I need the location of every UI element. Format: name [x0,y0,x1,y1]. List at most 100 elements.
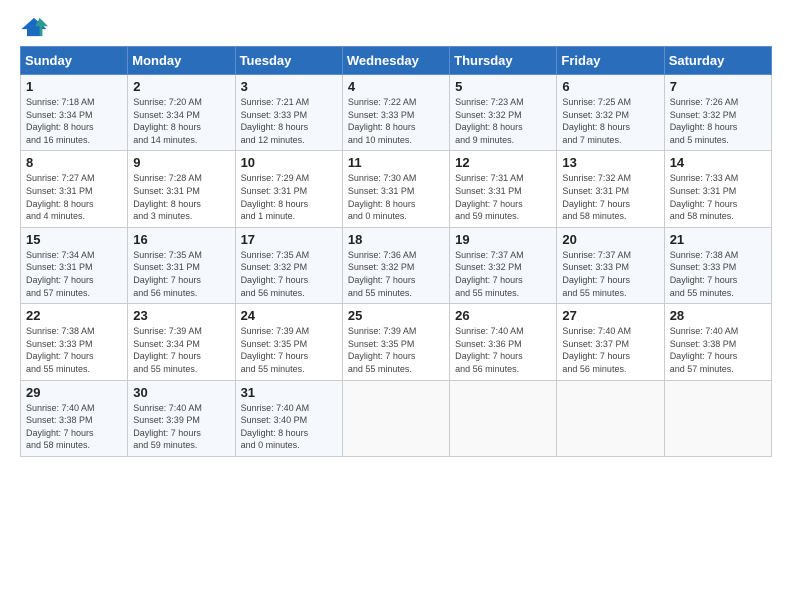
calendar-week-row: 22 Sunrise: 7:38 AM Sunset: 3:33 PM Dayli… [21,304,772,380]
day-info: Sunrise: 7:39 AM Sunset: 3:35 PM Dayligh… [348,325,444,375]
day-number: 6 [562,79,658,94]
day-number: 13 [562,155,658,170]
calendar-day-cell: 6 Sunrise: 7:25 AM Sunset: 3:32 PM Daylig… [557,75,664,151]
calendar-day-cell: 8Sunrise: 7:27 AM Sunset: 3:31 PM Daylig… [21,151,128,227]
weekday-header: Tuesday [235,47,342,75]
day-info: Sunrise: 7:40 AM Sunset: 3:37 PM Dayligh… [562,325,658,375]
day-info: Sunrise: 7:28 AM Sunset: 3:31 PM Dayligh… [133,172,229,222]
calendar-day-cell: 31 Sunrise: 7:40 AM Sunset: 3:40 PM Dayli… [235,380,342,456]
weekday-header: Saturday [664,47,771,75]
day-number: 7 [670,79,766,94]
day-number: 14 [670,155,766,170]
day-info: Sunrise: 7:32 AM Sunset: 3:31 PM Dayligh… [562,172,658,222]
day-number: 4 [348,79,444,94]
weekday-header: Thursday [450,47,557,75]
calendar-day-cell: 20 Sunrise: 7:37 AM Sunset: 3:33 PM Dayli… [557,227,664,303]
day-number: 27 [562,308,658,323]
calendar-day-cell: 14 Sunrise: 7:33 AM Sunset: 3:31 PM Dayli… [664,151,771,227]
calendar-day-cell: 25 Sunrise: 7:39 AM Sunset: 3:35 PM Dayli… [342,304,449,380]
calendar-day-cell: 27 Sunrise: 7:40 AM Sunset: 3:37 PM Dayli… [557,304,664,380]
day-info: Sunrise: 7:40 AM Sunset: 3:36 PM Dayligh… [455,325,551,375]
empty-cell [450,380,557,456]
logo [20,16,50,38]
page-header [20,16,772,38]
day-info: Sunrise: 7:30 AM Sunset: 3:31 PM Dayligh… [348,172,444,222]
day-info: Sunrise: 7:18 AM Sunset: 3:34 PM Dayligh… [26,96,122,146]
logo-text [20,16,50,38]
calendar-day-cell: 12 Sunrise: 7:31 AM Sunset: 3:31 PM Dayli… [450,151,557,227]
calendar-day-cell: 16Sunrise: 7:35 AM Sunset: 3:31 PM Dayli… [128,227,235,303]
day-number: 5 [455,79,551,94]
calendar-day-cell: 1 Sunrise: 7:18 AM Sunset: 3:34 PM Daylig… [21,75,128,151]
day-info: Sunrise: 7:38 AM Sunset: 3:33 PM Dayligh… [26,325,122,375]
day-info: Sunrise: 7:31 AM Sunset: 3:31 PM Dayligh… [455,172,551,222]
day-info: Sunrise: 7:22 AM Sunset: 3:33 PM Dayligh… [348,96,444,146]
day-info: Sunrise: 7:25 AM Sunset: 3:32 PM Dayligh… [562,96,658,146]
calendar-day-cell: 18 Sunrise: 7:36 AM Sunset: 3:32 PM Dayli… [342,227,449,303]
calendar-day-cell: 9 Sunrise: 7:28 AM Sunset: 3:31 PM Daylig… [128,151,235,227]
calendar-week-row: 15Sunrise: 7:34 AM Sunset: 3:31 PM Dayli… [21,227,772,303]
calendar-table: SundayMondayTuesdayWednesdayThursdayFrid… [20,46,772,457]
day-number: 26 [455,308,551,323]
day-number: 29 [26,385,122,400]
calendar-day-cell: 10 Sunrise: 7:29 AM Sunset: 3:31 PM Dayli… [235,151,342,227]
day-info: Sunrise: 7:36 AM Sunset: 3:32 PM Dayligh… [348,249,444,299]
day-info: Sunrise: 7:39 AM Sunset: 3:35 PM Dayligh… [241,325,337,375]
day-info: Sunrise: 7:40 AM Sunset: 3:40 PM Dayligh… [241,402,337,452]
logo-icon [20,16,48,38]
day-info: Sunrise: 7:26 AM Sunset: 3:32 PM Dayligh… [670,96,766,146]
calendar-week-row: 8Sunrise: 7:27 AM Sunset: 3:31 PM Daylig… [21,151,772,227]
day-info: Sunrise: 7:27 AM Sunset: 3:31 PM Dayligh… [26,172,122,222]
calendar-day-cell: 5 Sunrise: 7:23 AM Sunset: 3:32 PM Daylig… [450,75,557,151]
empty-cell [557,380,664,456]
day-info: Sunrise: 7:38 AM Sunset: 3:33 PM Dayligh… [670,249,766,299]
day-number: 25 [348,308,444,323]
calendar-day-cell: 24 Sunrise: 7:39 AM Sunset: 3:35 PM Dayli… [235,304,342,380]
calendar-day-cell: 7 Sunrise: 7:26 AM Sunset: 3:32 PM Daylig… [664,75,771,151]
day-number: 31 [241,385,337,400]
calendar-day-cell: 17 Sunrise: 7:35 AM Sunset: 3:32 PM Dayli… [235,227,342,303]
day-number: 3 [241,79,337,94]
day-number: 17 [241,232,337,247]
calendar-day-cell: 2 Sunrise: 7:20 AM Sunset: 3:34 PM Daylig… [128,75,235,151]
day-number: 21 [670,232,766,247]
day-number: 23 [133,308,229,323]
calendar-day-cell: 21 Sunrise: 7:38 AM Sunset: 3:33 PM Dayli… [664,227,771,303]
calendar-day-cell: 15Sunrise: 7:34 AM Sunset: 3:31 PM Dayli… [21,227,128,303]
day-info: Sunrise: 7:37 AM Sunset: 3:32 PM Dayligh… [455,249,551,299]
day-info: Sunrise: 7:35 AM Sunset: 3:31 PM Dayligh… [133,249,229,299]
calendar-week-row: 29Sunrise: 7:40 AM Sunset: 3:38 PM Dayli… [21,380,772,456]
calendar-day-cell: 4 Sunrise: 7:22 AM Sunset: 3:33 PM Daylig… [342,75,449,151]
day-info: Sunrise: 7:33 AM Sunset: 3:31 PM Dayligh… [670,172,766,222]
day-number: 2 [133,79,229,94]
day-info: Sunrise: 7:37 AM Sunset: 3:33 PM Dayligh… [562,249,658,299]
weekday-header: Monday [128,47,235,75]
calendar-day-cell: 29Sunrise: 7:40 AM Sunset: 3:38 PM Dayli… [21,380,128,456]
day-number: 12 [455,155,551,170]
day-info: Sunrise: 7:40 AM Sunset: 3:38 PM Dayligh… [670,325,766,375]
day-info: Sunrise: 7:34 AM Sunset: 3:31 PM Dayligh… [26,249,122,299]
day-number: 22 [26,308,122,323]
calendar-day-cell: 19Sunrise: 7:37 AM Sunset: 3:32 PM Dayli… [450,227,557,303]
calendar-day-cell: 23Sunrise: 7:39 AM Sunset: 3:34 PM Dayli… [128,304,235,380]
day-number: 28 [670,308,766,323]
day-number: 24 [241,308,337,323]
calendar-day-cell: 28 Sunrise: 7:40 AM Sunset: 3:38 PM Dayli… [664,304,771,380]
day-number: 30 [133,385,229,400]
day-info: Sunrise: 7:20 AM Sunset: 3:34 PM Dayligh… [133,96,229,146]
calendar-week-row: 1 Sunrise: 7:18 AM Sunset: 3:34 PM Daylig… [21,75,772,151]
weekday-header-row: SundayMondayTuesdayWednesdayThursdayFrid… [21,47,772,75]
day-number: 20 [562,232,658,247]
day-info: Sunrise: 7:29 AM Sunset: 3:31 PM Dayligh… [241,172,337,222]
weekday-header: Sunday [21,47,128,75]
day-number: 18 [348,232,444,247]
day-info: Sunrise: 7:23 AM Sunset: 3:32 PM Dayligh… [455,96,551,146]
day-number: 10 [241,155,337,170]
calendar-day-cell: 3 Sunrise: 7:21 AM Sunset: 3:33 PM Daylig… [235,75,342,151]
day-number: 1 [26,79,122,94]
empty-cell [342,380,449,456]
day-number: 9 [133,155,229,170]
day-info: Sunrise: 7:21 AM Sunset: 3:33 PM Dayligh… [241,96,337,146]
day-info: Sunrise: 7:35 AM Sunset: 3:32 PM Dayligh… [241,249,337,299]
calendar-day-cell: 30Sunrise: 7:40 AM Sunset: 3:39 PM Dayli… [128,380,235,456]
